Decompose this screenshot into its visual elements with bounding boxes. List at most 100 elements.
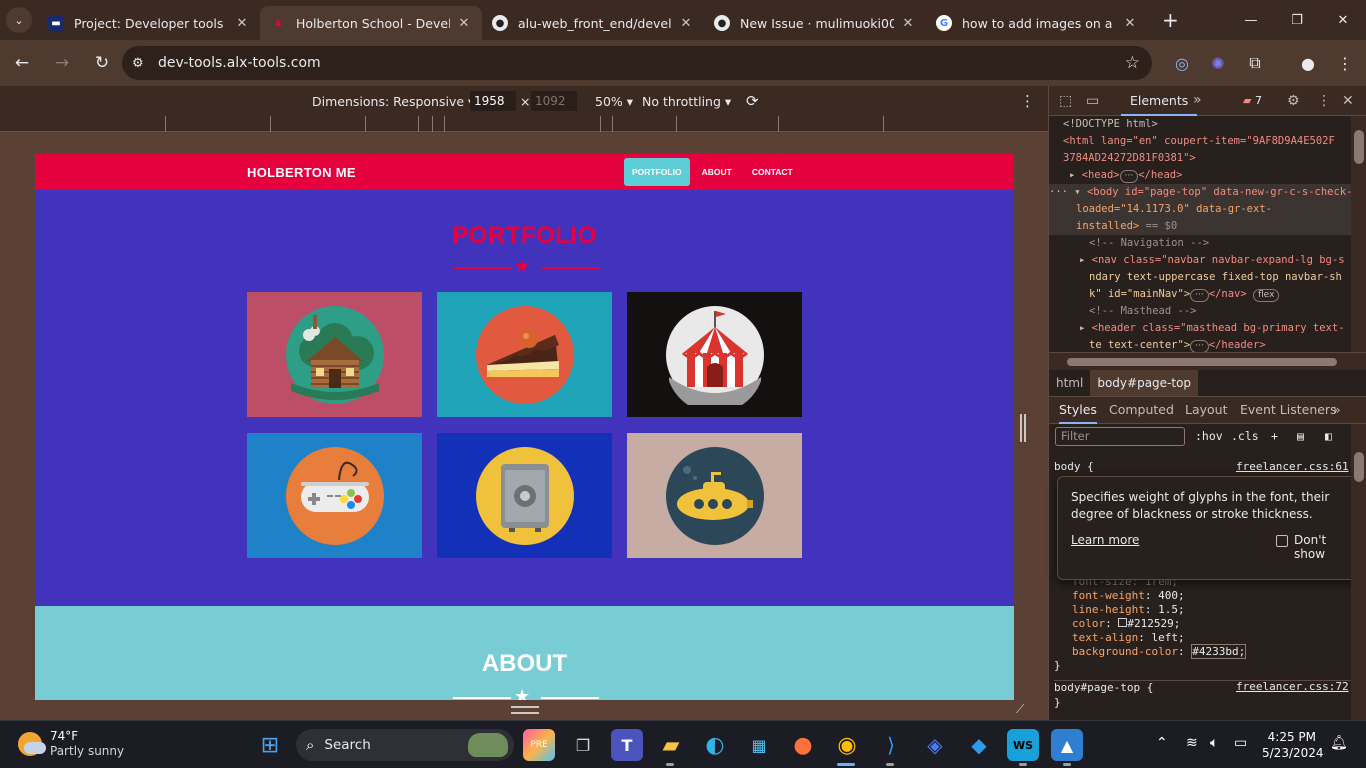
inspect-element-icon[interactable]: ⬚ [1059,93,1072,109]
tab-alu-project[interactable]: ▬ Project: Developer tools | ALU ✕ [38,6,260,40]
rule-source-link[interactable]: freelancer.css:72 [1236,680,1349,693]
close-devtools-icon[interactable]: ✕ [1342,93,1354,109]
nav-link-portfolio[interactable]: PORTFOLIO [624,158,690,186]
close-icon[interactable]: ✕ [234,16,250,31]
tab-github-issue[interactable]: ● New Issue · mulimuoki001/alu ✕ [704,6,926,40]
zoom-select[interactable]: 50% ▾ [595,94,633,109]
webstorm-icon[interactable]: WS [1007,729,1039,761]
edge-icon[interactable]: ◐ [699,729,731,761]
volume-icon[interactable]: 🔈︎ [1210,735,1218,751]
more-subtabs-icon[interactable]: » [1333,397,1341,424]
dom-header[interactable]: ▸ <header class="masthead bg-primary tex… [1079,320,1345,337]
tab-elements[interactable]: Elements [1121,86,1198,116]
minimize-button[interactable]: — [1228,0,1274,40]
devtools-menu-icon[interactable]: ⋮ [1317,93,1331,109]
back-button[interactable]: ← [4,45,40,81]
taskbar-search[interactable]: ⌕ Search [296,729,514,761]
dom-nav[interactable]: ▸ <nav class="navbar navbar-expand-lg bg… [1079,252,1345,269]
portfolio-item-cake[interactable] [437,292,612,417]
style-prop-line-height[interactable]: line-height: 1.5; [1072,603,1185,616]
portfolio-item-cabin[interactable] [247,292,422,417]
nav-link-contact[interactable]: CONTACT [744,158,801,186]
dom-doctype[interactable]: <!DOCTYPE html> [1063,116,1158,133]
portfolio-item-circus[interactable] [627,292,802,417]
style-prop-background-color[interactable]: background-color: #4233bd; [1072,644,1247,659]
learn-more-link[interactable]: Learn more [1071,533,1139,547]
browser-menu-icon[interactable]: ⋮ [1330,48,1360,78]
more-options-icon[interactable]: ⋮ [1020,92,1035,110]
maximize-button[interactable]: ❐ [1274,0,1320,40]
app-icon[interactable]: ◈ [919,729,951,761]
tab-search-button[interactable]: ⌄ [6,7,32,33]
firefox-icon[interactable]: ● [787,729,819,761]
more-tabs-icon[interactable]: » [1193,92,1202,108]
dom-comment-navigation[interactable]: <!-- Navigation --> [1089,235,1209,252]
dimensions-select[interactable]: Dimensions: Responsive ▾ [312,94,474,109]
new-tab-button[interactable]: + [1162,8,1179,32]
address-bar[interactable]: ⚙ dev-tools.alx-tools.com ☆ [122,46,1152,80]
wifi-icon[interactable]: ≋ [1186,735,1198,751]
tab-layout[interactable]: Layout [1185,397,1228,424]
portfolio-item-safe[interactable] [437,433,612,558]
dom-scrollbar[interactable] [1351,116,1366,352]
hov-toggle[interactable]: :hov [1195,429,1223,443]
tab-github-repo[interactable]: ● alu-web_front_end/developer ✕ [482,6,704,40]
rule-selector-body[interactable]: body { [1054,460,1094,473]
width-input[interactable]: 1958 [470,91,516,111]
close-icon[interactable]: ✕ [900,16,916,31]
style-prop-text-align[interactable]: text-align: left; [1072,631,1185,644]
address-url[interactable]: dev-tools.alx-tools.com [158,55,321,71]
add-rule-icon[interactable]: + [1271,429,1278,443]
tab-styles[interactable]: Styles [1059,397,1097,424]
sidebar-toggle-icon[interactable]: ◧ [1325,429,1332,443]
weather-widget[interactable]: 74°F Partly sunny [18,729,124,759]
height-input[interactable]: 1092 [531,91,577,111]
close-icon[interactable]: ✕ [678,16,694,31]
styles-filter-input[interactable]: Filter [1055,427,1185,446]
throttling-select[interactable]: No throttling ▾ [642,94,731,109]
dom-body-selected[interactable]: ··· ▾ <body id="page-top" data-new-gr-c-… [1049,184,1351,201]
tab-event-listeners[interactable]: Event Listeners [1240,397,1337,424]
photos-icon[interactable]: ▲ [1051,729,1083,761]
extensions-puzzle-icon[interactable]: ⧉ [1240,48,1270,78]
windows-start-icon[interactable]: ⊞ [254,729,286,761]
file-explorer-icon[interactable]: ▰ [655,729,687,761]
settings-gear-icon[interactable]: ⚙ [1287,93,1300,109]
resize-handle-right[interactable] [1020,414,1026,442]
close-icon[interactable]: ✕ [1122,16,1138,31]
style-prop-font-weight[interactable]: font-weight: 400; [1072,589,1185,602]
dom-horizontal-scrollbar[interactable] [1049,352,1366,370]
dom-html-open[interactable]: <html lang="en" coupert-item="9AF8D9A4E5… [1063,133,1335,150]
chrome-icon[interactable]: ◉ [831,729,863,761]
dom-comment-masthead[interactable]: <!-- Masthead --> [1089,303,1196,320]
resize-handle-bottom[interactable] [511,706,539,714]
styles-scrollbar[interactable] [1351,424,1366,720]
nav-link-about[interactable]: ABOUT [694,158,740,186]
breadcrumb-html[interactable]: html [1049,370,1090,396]
tab-google-search[interactable]: G how to add images on a github ✕ [926,6,1148,40]
resize-corner-icon[interactable]: ⟋ [1016,702,1030,716]
bookmark-star-icon[interactable]: ☆ [1125,53,1140,73]
extension-color-icon[interactable]: ◎ [1167,48,1197,78]
style-prop-color[interactable]: color: #212529; [1072,617,1180,630]
dont-show-checkbox[interactable] [1276,535,1288,547]
portfolio-item-game[interactable] [247,433,422,558]
tab-holberton[interactable]: ♟ Holberton School - Developer ✕ [260,6,482,40]
extension-gear-icon[interactable]: ✺ [1203,48,1233,78]
close-icon[interactable]: ✕ [456,16,472,31]
microsoft-store-icon[interactable]: ▦ [743,729,775,761]
notification-bell-icon[interactable]: 🔔︎ [1330,735,1348,751]
copilot-icon[interactable]: PRE [523,729,555,761]
close-window-button[interactable]: ✕ [1320,0,1366,40]
cls-toggle[interactable]: .cls [1231,429,1259,443]
device-toggle-icon[interactable]: ▭ [1086,93,1099,109]
teams-icon[interactable]: T [611,729,643,761]
site-settings-icon[interactable]: ⚙ [132,56,152,71]
portfolio-item-submarine[interactable] [627,433,802,558]
app-icon-2[interactable]: ◆ [963,729,995,761]
chevron-up-icon[interactable]: ⌃ [1156,735,1168,751]
system-clock[interactable]: 4:25 PM 5/23/2024 [1262,729,1324,761]
breadcrumb-body[interactable]: body#page-top [1090,370,1199,396]
rule-source-link[interactable]: freelancer.css:61 [1236,460,1349,473]
forward-button[interactable]: → [44,45,80,81]
